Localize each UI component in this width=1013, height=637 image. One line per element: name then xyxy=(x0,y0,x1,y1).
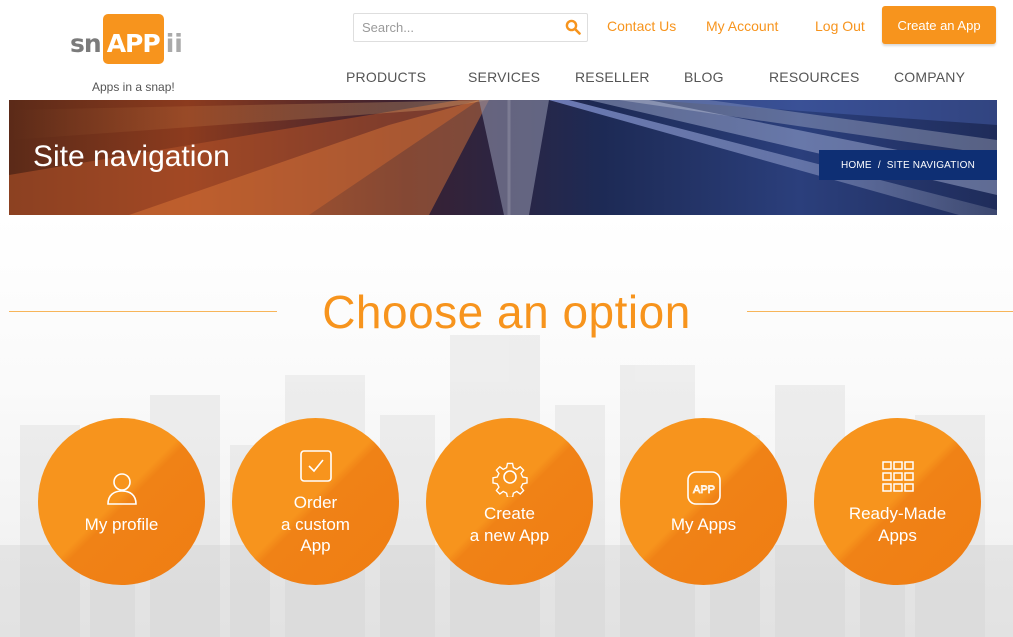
gear-icon xyxy=(491,462,528,497)
user-icon xyxy=(106,472,137,505)
breadcrumb-home-link[interactable]: HOME xyxy=(841,160,872,171)
option-ready-made-apps[interactable]: Ready-Made Apps xyxy=(814,418,981,585)
page-banner: Site navigation HOME / SITE NAVIGATION xyxy=(9,100,997,215)
search-box xyxy=(353,13,588,42)
option-my-profile[interactable]: My profile xyxy=(38,418,205,585)
search-input[interactable] xyxy=(354,14,559,41)
nav-item-services[interactable]: SERVICES xyxy=(468,69,540,85)
section-heading: Choose an option xyxy=(322,286,691,338)
site-header: sn APP ii Apps in a snap! Contact Us My … xyxy=(0,0,1013,100)
page-title: Site navigation xyxy=(33,140,230,173)
option-label: Order a custom App xyxy=(281,493,350,556)
option-label: Ready-Made Apps xyxy=(848,503,947,545)
svg-text:APP: APP xyxy=(692,484,714,496)
app-icon: APP xyxy=(686,470,721,505)
breadcrumb: HOME / SITE NAVIGATION xyxy=(819,150,997,180)
logo-text-right: ii xyxy=(165,29,183,58)
contact-us-link[interactable]: Contact Us xyxy=(607,18,676,34)
logo-tagline: Apps in a snap! xyxy=(92,80,175,94)
option-my-apps[interactable]: APP My Apps xyxy=(620,418,787,585)
logo-text-box: APP xyxy=(102,14,164,64)
main-content: Choose an option My profile Order a cust… xyxy=(0,215,1013,637)
option-create-new-app[interactable]: Create a new App xyxy=(426,418,593,585)
page: sn APP ii Apps in a snap! Contact Us My … xyxy=(0,0,1013,637)
breadcrumb-current: SITE NAVIGATION xyxy=(886,159,975,171)
grid-icon xyxy=(881,461,914,492)
nav-item-products[interactable]: PRODUCTS xyxy=(346,69,426,85)
my-account-link[interactable]: My Account xyxy=(706,18,778,34)
breadcrumb-separator: / xyxy=(877,159,881,171)
snappii-logo[interactable]: sn APP ii Apps in a snap! xyxy=(70,8,210,94)
search-icon[interactable] xyxy=(565,19,581,35)
nav-item-resources[interactable]: RESOURCES xyxy=(769,69,859,85)
option-label: My profile xyxy=(84,514,159,534)
option-label: Create a new App xyxy=(469,503,550,545)
logo-mark: sn APP ii xyxy=(70,8,210,64)
nav-item-blog[interactable]: BLOG xyxy=(684,69,724,85)
option-label: My Apps xyxy=(670,514,737,534)
logo-text-left: sn xyxy=(70,29,102,58)
option-order-custom-app[interactable]: Order a custom App xyxy=(232,418,399,585)
checkbox-icon xyxy=(299,450,332,482)
create-an-app-button[interactable]: Create an App xyxy=(882,6,996,44)
nav-item-reseller[interactable]: RESELLER xyxy=(575,69,650,85)
nav-item-company[interactable]: COMPANY xyxy=(894,69,965,85)
log-out-link[interactable]: Log Out xyxy=(815,18,865,34)
